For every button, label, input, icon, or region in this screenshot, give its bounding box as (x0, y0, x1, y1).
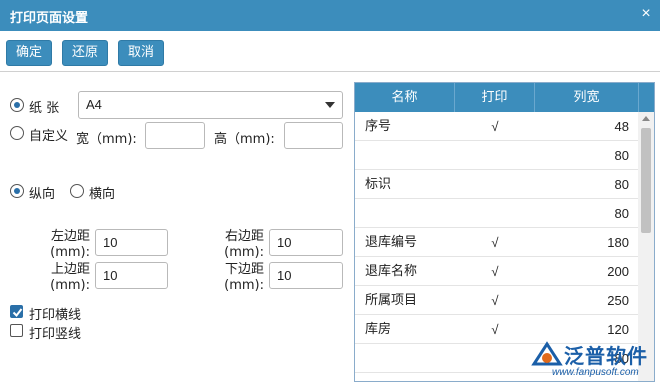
right-margin-input[interactable]: 10 (269, 229, 343, 256)
table-row[interactable]: 标识 80 (355, 170, 639, 199)
grid-cell-name: 序号 (365, 119, 392, 134)
grid-cell-name: 库房 (365, 322, 392, 337)
left-margin-input[interactable]: 10 (95, 229, 168, 256)
check-icon (12, 308, 23, 318)
window-title: 打印页面设置 (10, 10, 89, 25)
grid-cell-print: √ (491, 119, 499, 134)
grid-cell-width: 80 (614, 177, 629, 192)
grid-cell-width: 48 (614, 119, 629, 134)
paper-radio[interactable] (10, 98, 24, 112)
grid-header-name[interactable]: 名称 (355, 83, 455, 112)
table-row[interactable]: 80 (355, 199, 639, 228)
title-bar: 打印页面设置 × (0, 0, 660, 31)
logo-mark-icon (531, 341, 563, 366)
grid-cell-width: 180 (607, 235, 629, 250)
grid-cell-name: 退库编号 (365, 235, 418, 250)
scroll-thumb[interactable] (641, 128, 651, 233)
toolbar: 确定 还原 取消 (0, 31, 660, 72)
grid-cell-print: √ (491, 235, 499, 250)
watermark-brand: 泛普软件 (564, 344, 648, 368)
grid-header: 名称 打印 列宽 (355, 83, 654, 112)
top-margin-input[interactable]: 10 (95, 262, 168, 289)
paper-label: 纸 张 (29, 101, 60, 116)
paper-select[interactable]: A4 (78, 91, 343, 119)
cancel-button[interactable]: 取消 (118, 40, 165, 66)
table-row[interactable]: 序号 √ 48 (355, 112, 639, 141)
grid-cell-name: 所属项目 (365, 293, 418, 308)
landscape-radio[interactable] (70, 184, 84, 198)
grid-header-width[interactable]: 列宽 (535, 83, 639, 112)
width-input[interactable] (145, 122, 205, 149)
custom-label: 自定义 (29, 129, 69, 144)
grid-cell-width: 200 (607, 264, 629, 279)
print-hlines-checkbox[interactable] (10, 305, 23, 318)
bottom-margin-label: 下边距 (mm): (224, 262, 264, 293)
grid-cell-width: 250 (607, 293, 629, 308)
portrait-label: 纵向 (29, 187, 56, 202)
print-hlines-label: 打印横线 (29, 308, 82, 323)
grid-cell-width: 80 (614, 206, 629, 221)
table-row[interactable]: 80 (355, 141, 639, 170)
portrait-radio[interactable] (10, 184, 24, 198)
ok-button[interactable]: 确定 (6, 40, 53, 66)
bottom-margin-input[interactable]: 10 (269, 262, 343, 289)
table-row[interactable]: 所属项目 √ 250 (355, 286, 639, 315)
width-label: 宽（mm): (76, 132, 137, 147)
grid-cell-print: √ (491, 322, 499, 337)
scroll-up-icon[interactable] (642, 116, 650, 121)
table-row[interactable]: 退库名称 √ 200 (355, 257, 639, 286)
print-vlines-label: 打印竖线 (29, 327, 82, 342)
watermark-url: www.fanpusoft.com (552, 367, 639, 378)
chevron-down-icon (325, 102, 335, 108)
grid-cell-name: 标识 (365, 177, 392, 192)
grid-cell-print: √ (491, 293, 499, 308)
grid-header-print[interactable]: 打印 (455, 83, 535, 112)
print-vlines-checkbox[interactable] (10, 324, 23, 337)
grid-cell-width: 80 (614, 148, 629, 163)
close-icon[interactable]: × (638, 6, 654, 22)
height-input[interactable] (284, 122, 343, 149)
grid-cell-name: 退库名称 (365, 264, 418, 279)
height-label: 高（mm): (214, 132, 275, 147)
table-row[interactable]: 退库编号 √ 180 (355, 228, 639, 257)
right-margin-label: 右边距 (mm): (224, 229, 264, 260)
landscape-label: 横向 (89, 187, 116, 202)
paper-select-value: A4 (86, 97, 102, 112)
grid-cell-print: √ (491, 264, 499, 279)
restore-button[interactable]: 还原 (62, 40, 109, 66)
column-grid: 名称 打印 列宽 序号 √ 48 80 标识 80 80 退库编号 √ 180 退库名称 √ 200 所属… (354, 82, 655, 382)
left-margin-label: 左边距 (mm): (50, 229, 90, 260)
custom-radio[interactable] (10, 126, 24, 140)
watermark-logo: 泛普软件 www.fanpusoft.com (530, 338, 658, 384)
top-margin-label: 上边距 (mm): (50, 262, 90, 293)
